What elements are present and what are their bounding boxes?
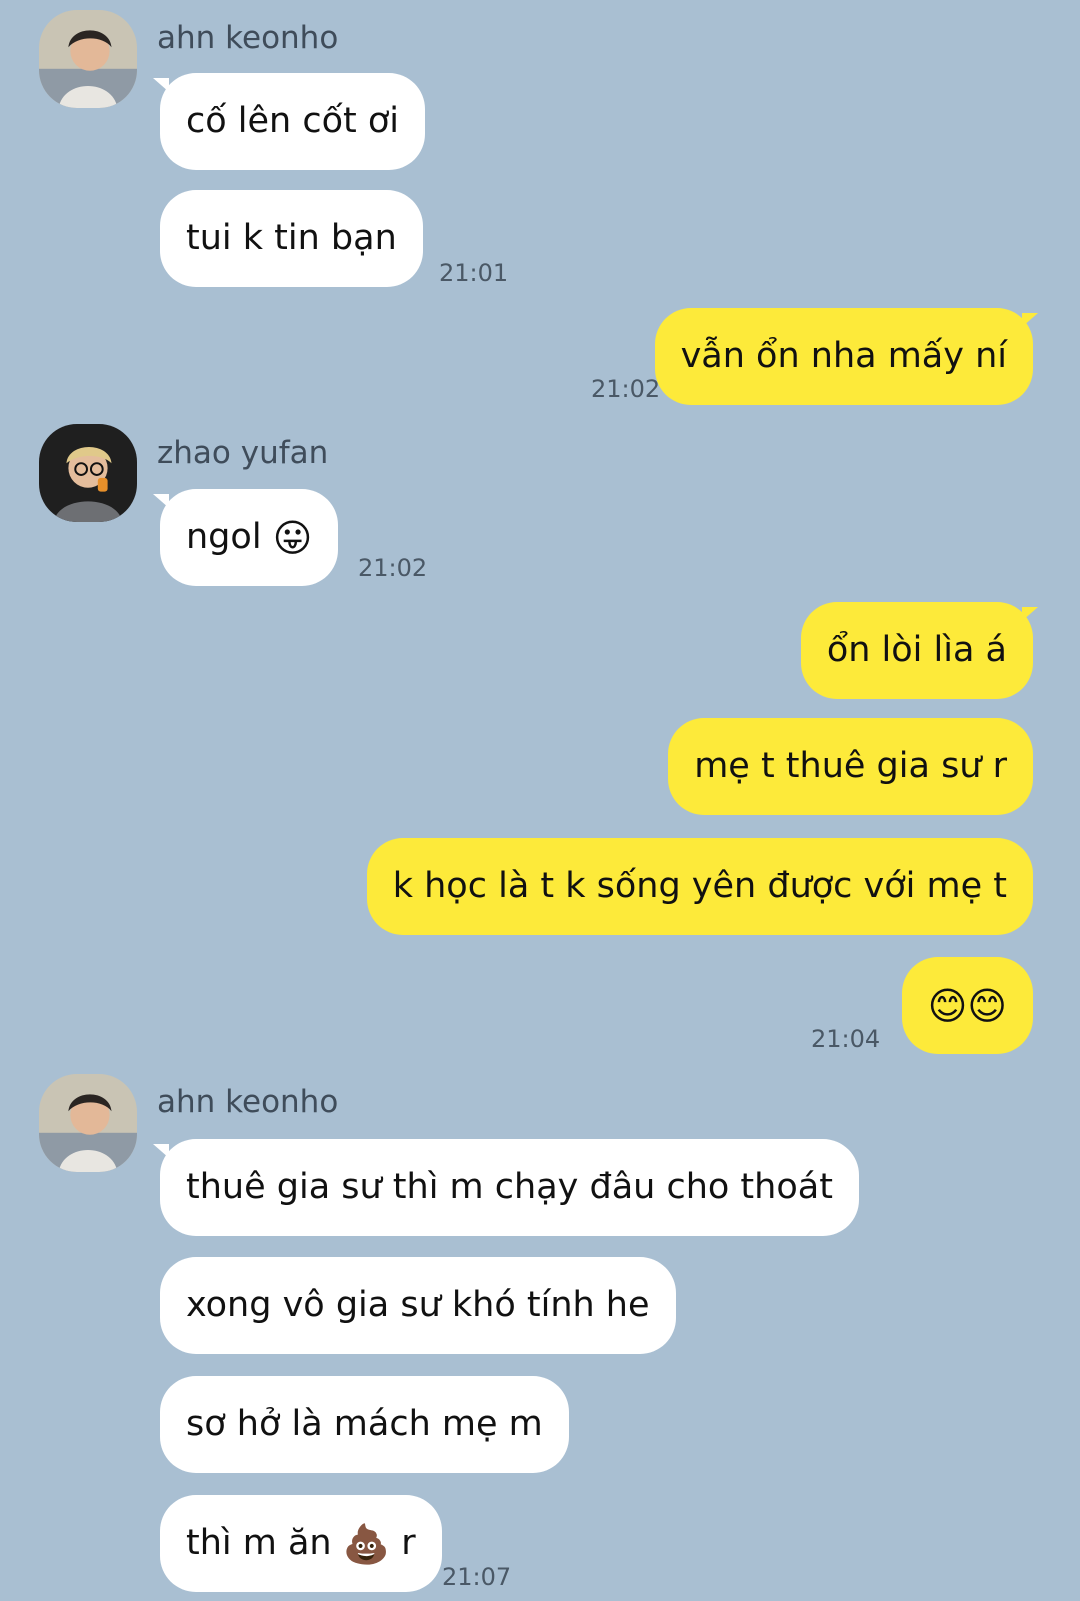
message-text: ngol [186,517,262,557]
message-bubble[interactable]: vẫn ổn nha mấy ní [654,308,1033,405]
message-bubble[interactable]: cố lên cốt ơi [160,73,425,170]
pile-of-poo-emoji-icon: 💩 [342,1522,391,1566]
message-timestamp: 21:07 [442,1563,512,1591]
message-timestamp: 21:02 [591,375,661,403]
avatar-ahn-keonho[interactable] [39,10,137,108]
message-timestamp: 21:01 [439,259,509,287]
message-bubble[interactable]: k học là t k sống yên được với mẹ t [366,838,1033,935]
message-text: thì m ăn [186,1523,332,1563]
message-bubble[interactable]: xong vô gia sư khó tính he [160,1257,676,1354]
message-bubble[interactable]: ổn lòi lìa á [800,602,1033,699]
message-timestamp: 21:04 [811,1025,881,1053]
avatar-zhao-yufan[interactable] [39,424,137,522]
message-bubble[interactable]: thì m ăn 💩 r [160,1495,442,1592]
message-bubble[interactable]: thuê gia sư thì m chạy đâu cho thoát [160,1139,859,1236]
message-bubble[interactable]: mẹ t thuê gia sư r [668,718,1033,815]
message-text: r [401,1523,416,1563]
tongue-out-emoji-icon: 😛 [272,516,313,560]
sender-name: zhao yufan [157,435,329,471]
message-timestamp: 21:02 [358,554,428,582]
smiling-face-emoji-icon: 😊😊 [927,984,1007,1028]
sender-name: ahn keonho [157,1084,339,1120]
message-bubble[interactable]: tui k tin bạn [160,190,423,287]
avatar-ahn-keonho[interactable] [39,1074,137,1172]
message-bubble[interactable]: ngol 😛 [160,489,339,586]
sender-name: ahn keonho [157,20,339,56]
message-bubble[interactable]: 😊😊 [901,957,1033,1054]
message-bubble[interactable]: sơ hở là mách mẹ m [160,1376,569,1473]
